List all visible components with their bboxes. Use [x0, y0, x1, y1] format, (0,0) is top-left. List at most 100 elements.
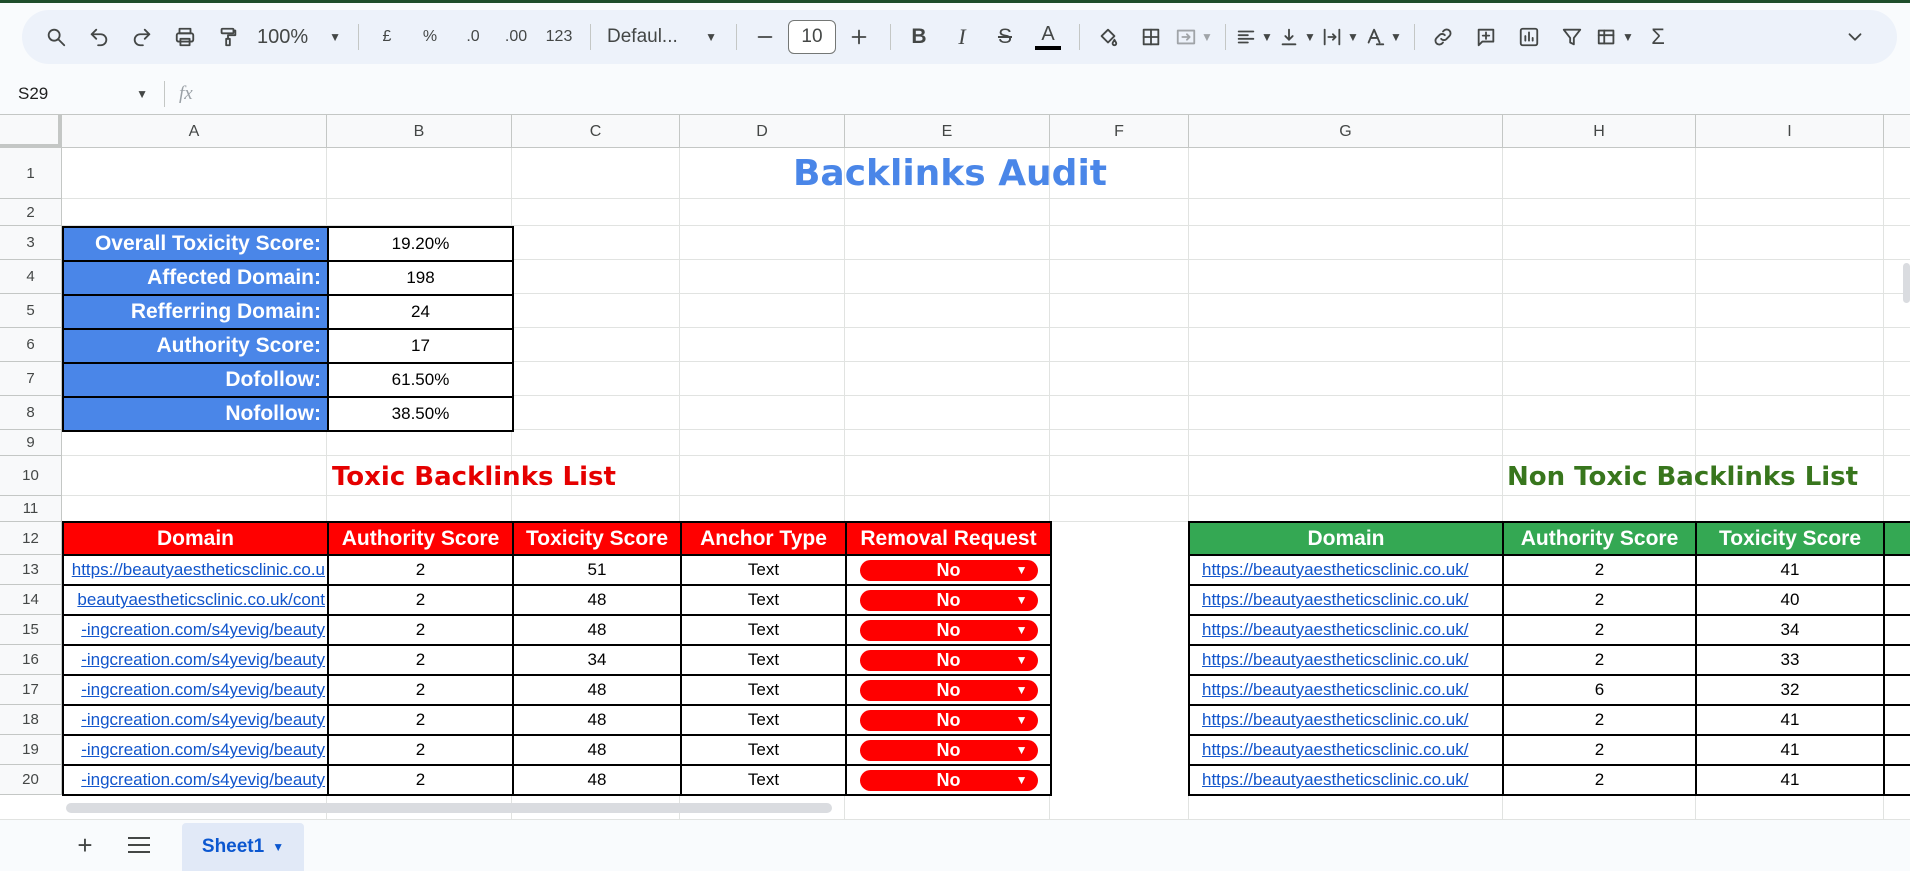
toxicity-score-cell[interactable]: 32 [1695, 674, 1885, 706]
anchor-type-cell[interactable]: Text [680, 644, 847, 676]
more-formats-button[interactable]: 123 [539, 17, 579, 57]
italic-button[interactable]: I [942, 17, 982, 57]
authority-score-cell[interactable]: 2 [1502, 734, 1697, 766]
domain-link[interactable]: beautyaestheticsclinic.co.uk/cont [62, 584, 329, 616]
removal-request-dropdown[interactable]: No ▼ [859, 769, 1038, 791]
name-box[interactable]: S29 ▼ [18, 79, 156, 109]
row-header-10[interactable]: 10 [0, 456, 62, 496]
authority-score-cell[interactable]: 2 [327, 704, 514, 736]
row-header-13[interactable]: 13 [0, 555, 62, 585]
removal-request-dropdown[interactable]: No ▼ [859, 649, 1038, 671]
column-header-j[interactable] [1884, 115, 1910, 148]
text-color-button[interactable]: A [1028, 17, 1068, 57]
redo-button[interactable] [122, 17, 162, 57]
row-header-20[interactable]: 20 [0, 765, 62, 795]
formula-input[interactable] [205, 79, 1910, 109]
toxicity-score-cell[interactable]: 48 [512, 674, 682, 706]
add-sheet-button[interactable]: + [70, 832, 100, 858]
row-header-18[interactable]: 18 [0, 705, 62, 735]
anchor-type-cell[interactable]: Text [680, 704, 847, 736]
row-header-4[interactable]: 4 [0, 260, 62, 294]
authority-score-cell[interactable]: 2 [1502, 764, 1697, 796]
font-size-input[interactable]: 10 [788, 20, 836, 54]
row-header-7[interactable]: 7 [0, 362, 62, 396]
row-header-2[interactable]: 2 [0, 199, 62, 226]
text-rotation-button[interactable]: ▼ [1363, 17, 1403, 57]
authority-score-cell[interactable]: 2 [327, 644, 514, 676]
authority-score-cell[interactable]: 2 [1502, 704, 1697, 736]
paint-format-button[interactable] [208, 17, 248, 57]
column-header-h[interactable]: H [1503, 115, 1696, 148]
domain-link[interactable]: ingcreation.com/s4yevig/beauty- [62, 704, 329, 736]
overflow-cell[interactable] [1883, 704, 1910, 736]
column-header-i[interactable]: I [1696, 115, 1884, 148]
overflow-cell[interactable] [1883, 644, 1910, 676]
insert-comment-button[interactable] [1466, 17, 1506, 57]
row-header-3[interactable]: 3 [0, 226, 62, 260]
overflow-cell[interactable] [1883, 584, 1910, 616]
row-header-14[interactable]: 14 [0, 585, 62, 615]
select-all-corner[interactable] [0, 115, 62, 148]
anchor-type-cell[interactable]: Text [680, 614, 847, 646]
overflow-cell[interactable] [1883, 764, 1910, 796]
removal-request-dropdown[interactable]: No ▼ [859, 559, 1038, 581]
sheet-tab-sheet1[interactable]: Sheet1 ▼ [182, 823, 304, 871]
vertical-scrollbar[interactable] [1903, 263, 1910, 303]
zoom-select[interactable]: 100% ▼ [251, 17, 347, 57]
overflow-cell[interactable] [1883, 614, 1910, 646]
column-title[interactable]: Authority Score [327, 521, 514, 556]
borders-button[interactable] [1131, 17, 1171, 57]
domain-link[interactable]: https://beautyaestheticsclinic.co.uk/ [1188, 584, 1504, 616]
removal-request-cell[interactable]: No ▼ [845, 704, 1052, 736]
summary-label[interactable]: Refferring Domain: [62, 294, 329, 330]
anchor-type-cell[interactable]: Text [680, 764, 847, 796]
toxicity-score-cell[interactable]: 48 [512, 614, 682, 646]
overflow-cell[interactable] [1883, 734, 1910, 766]
authority-score-cell[interactable]: 2 [327, 554, 514, 586]
search-menus-button[interactable] [36, 17, 76, 57]
domain-link[interactable]: https://beautyaestheticsclinic.co.uk/ [1188, 734, 1504, 766]
merge-cells-button[interactable]: ▼ [1174, 17, 1214, 57]
domain-link[interactable]: https://beautyaestheticsclinic.co.uk/ [1188, 554, 1504, 586]
overflow-cell[interactable] [1883, 674, 1910, 706]
functions-button[interactable]: Σ [1638, 17, 1678, 57]
font-family-select[interactable]: Defaul... ▼ [599, 17, 725, 57]
column-title[interactable]: Domain [1188, 521, 1504, 556]
summary-value[interactable]: 198 [327, 260, 514, 296]
toxicity-score-cell[interactable]: 41 [1695, 554, 1885, 586]
toxicity-score-cell[interactable]: 41 [1695, 704, 1885, 736]
decrease-decimal-button[interactable]: .0 [453, 17, 493, 57]
authority-score-cell[interactable]: 2 [1502, 584, 1697, 616]
authority-score-cell[interactable]: 2 [327, 584, 514, 616]
toxicity-score-cell[interactable]: 34 [512, 644, 682, 676]
bold-button[interactable]: B [899, 17, 939, 57]
toxicity-score-cell[interactable]: 41 [1695, 764, 1885, 796]
authority-score-cell[interactable]: 2 [327, 614, 514, 646]
authority-score-cell[interactable]: 2 [1502, 644, 1697, 676]
caret-down-icon[interactable]: ▼ [272, 840, 284, 854]
row-header-17[interactable]: 17 [0, 675, 62, 705]
column-header-a[interactable]: A [62, 115, 327, 148]
removal-request-dropdown[interactable]: No ▼ [859, 739, 1038, 761]
strikethrough-button[interactable]: S [985, 17, 1025, 57]
row-header-15[interactable]: 15 [0, 615, 62, 645]
increase-font-size-button[interactable] [839, 17, 879, 57]
column-header-f[interactable]: F [1050, 115, 1189, 148]
domain-link[interactable]: ingcreation.com/s4yevig/beauty- [62, 614, 329, 646]
column-title[interactable]: Anchor Type [680, 521, 847, 556]
anchor-type-cell[interactable]: Text [680, 554, 847, 586]
all-sheets-button[interactable] [124, 832, 154, 858]
summary-value[interactable]: 61.50% [327, 362, 514, 398]
removal-request-dropdown[interactable]: No ▼ [859, 589, 1038, 611]
summary-label[interactable]: Dofollow: [62, 362, 329, 398]
toxicity-score-cell[interactable]: 48 [512, 764, 682, 796]
column-title[interactable]: Domain [62, 521, 329, 556]
create-filter-button[interactable] [1552, 17, 1592, 57]
row-header-12[interactable]: 12 [0, 522, 62, 555]
row-header-8[interactable]: 8 [0, 396, 62, 430]
domain-link[interactable]: ingcreation.com/s4yevig/beauty- [62, 764, 329, 796]
row-header-11[interactable]: 11 [0, 496, 62, 522]
toxicity-score-cell[interactable]: 48 [512, 734, 682, 766]
authority-score-cell[interactable]: 2 [1502, 554, 1697, 586]
removal-request-cell[interactable]: No ▼ [845, 674, 1052, 706]
